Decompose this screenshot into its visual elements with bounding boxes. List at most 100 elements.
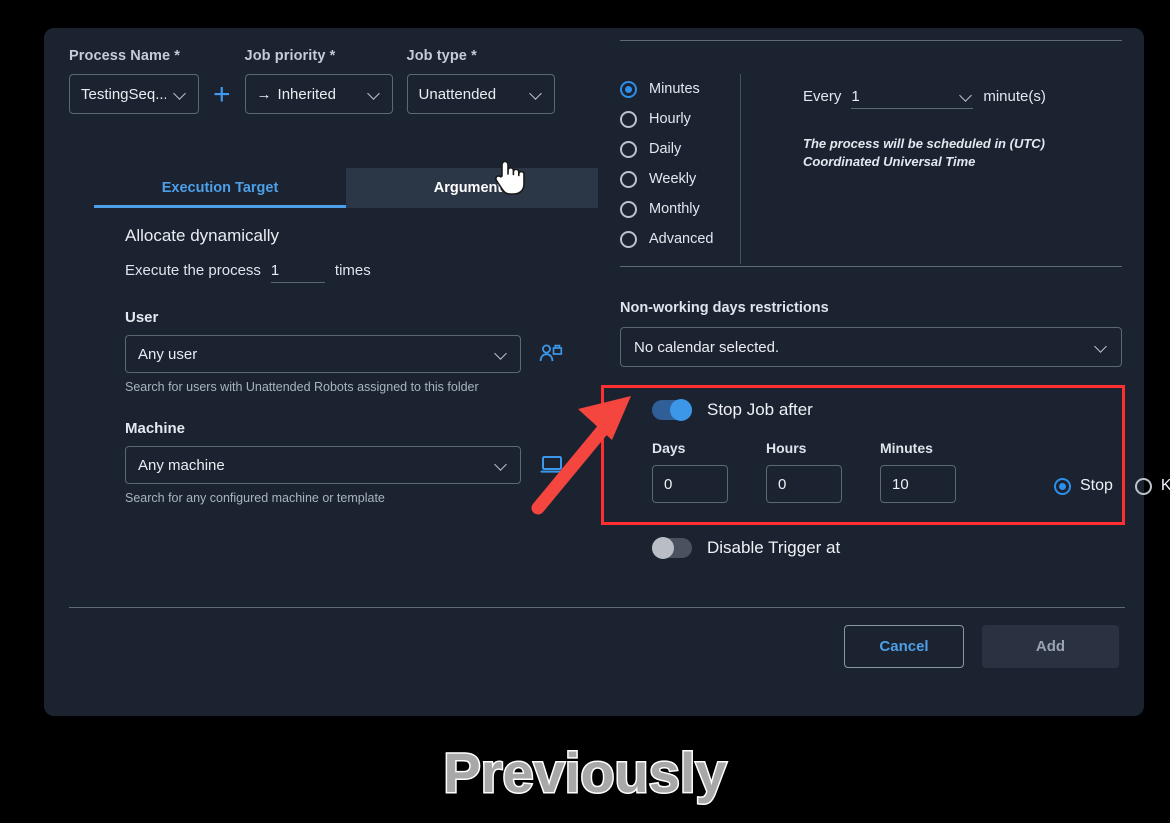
user-select[interactable]: Any user [125, 335, 521, 373]
stop-kill-radio-group: Stop Kill [1054, 477, 1170, 503]
chevron-down-icon [1095, 341, 1108, 354]
kill-option[interactable]: Kill [1134, 477, 1170, 495]
tab-execution-target-label: Execution Target [161, 180, 279, 196]
calendar-select[interactable]: No calendar selected. [620, 327, 1122, 367]
calendar-value: No calendar selected. [634, 338, 780, 356]
process-name-value: TestingSeq... [81, 85, 166, 103]
radio-hourly-icon [620, 110, 637, 128]
stop-job-after-toggle-row[interactable]: Stop Job after [652, 399, 1122, 421]
chevron-down-icon [495, 348, 508, 361]
machine-hint: Search for any configured machine or tem… [125, 491, 385, 505]
divider-top [620, 40, 1122, 41]
user-label: User [125, 309, 159, 326]
timezone-note: The process will be scheduled in (UTC) C… [803, 136, 1045, 169]
user-hint: Search for users with Unattended Robots … [125, 380, 479, 394]
machine-label: Machine [125, 420, 186, 437]
divider-middle [620, 266, 1122, 267]
execute-times-input[interactable]: 1 [270, 262, 325, 283]
frequency-option-minutes-label: Minutes [649, 81, 700, 97]
frequency-radio-group: Minutes Hourly Daily Weekly Monthly Adva… [620, 74, 740, 264]
execute-process-row: Execute the process 1 times [125, 262, 585, 283]
job-priority-field: Job priority * → Inherited [244, 48, 393, 114]
frequency-option-advanced[interactable]: Advanced [620, 224, 740, 254]
caption-text: Previously [442, 740, 728, 806]
execute-process-label: Execute the process [125, 262, 261, 279]
radio-kill-icon [1134, 477, 1152, 495]
every-prefix-label: Every [803, 88, 842, 105]
every-value-select[interactable]: 1 [851, 88, 974, 109]
disable-trigger-toggle-row[interactable]: Disable Trigger at [652, 537, 840, 559]
schedule-dialog: Process Name * TestingSeq... + Job prior… [44, 28, 1170, 716]
machine-select[interactable]: Any machine [125, 446, 521, 484]
chevron-down-icon [368, 88, 381, 101]
days-input[interactable]: 0 [652, 465, 728, 503]
chevron-down-icon [495, 459, 508, 472]
stop-job-after-toggle[interactable] [652, 399, 692, 421]
job-priority-value: Inherited [277, 85, 336, 103]
radio-minutes-icon [620, 80, 637, 98]
days-field: Days 0 [652, 440, 728, 503]
frequency-option-monthly-label: Monthly [649, 201, 700, 217]
laptop-icon[interactable] [539, 455, 565, 475]
hours-field: Hours 0 [766, 440, 842, 503]
job-type-value: Unattended [418, 85, 497, 103]
process-name-label: Process Name * [69, 48, 181, 64]
every-row: Every 1 minute(s) [803, 88, 1122, 109]
frequency-option-daily[interactable]: Daily [620, 134, 740, 164]
radio-stop-icon [1054, 477, 1071, 495]
frequency-option-daily-label: Daily [649, 141, 682, 157]
frequency-option-weekly[interactable]: Weekly [620, 164, 740, 194]
tab-arguments[interactable]: Arguments [346, 168, 598, 208]
disable-trigger-toggle[interactable] [652, 537, 692, 559]
recurrence-panel: Every 1 minute(s) The process will be sc… [741, 74, 1122, 264]
process-name-select[interactable]: TestingSeq... [69, 74, 199, 114]
frequency-option-monthly[interactable]: Monthly [620, 194, 740, 224]
radio-daily-icon [620, 140, 637, 158]
stop-job-after-section: Stop Job after Days 0 Hours 0 Minutes 10 [652, 399, 1170, 503]
add-process-button[interactable]: + [213, 75, 231, 115]
duration-row: Days 0 Hours 0 Minutes 10 Stop K [652, 440, 1170, 503]
chevron-down-icon [530, 88, 543, 101]
radio-weekly-icon [620, 170, 637, 188]
top-fields-row: Process Name * TestingSeq... + Job prior… [69, 48, 555, 115]
tab-execution-target[interactable]: Execution Target [94, 168, 346, 208]
hours-label: Hours [766, 440, 807, 456]
chevron-down-icon [960, 90, 973, 103]
process-name-field: Process Name * TestingSeq... [69, 48, 199, 114]
minutes-field: Minutes 10 [880, 440, 956, 503]
minutes-input[interactable]: 10 [880, 465, 956, 503]
every-value: 1 [851, 88, 860, 105]
user-add-icon[interactable] [539, 343, 563, 365]
non-working-days-title: Non-working days restrictions [620, 300, 829, 316]
arrow-right-icon: → [256, 85, 272, 103]
user-row: Any user [125, 335, 585, 373]
radio-monthly-icon [620, 200, 637, 218]
frequency-section: Minutes Hourly Daily Weekly Monthly Adva… [620, 74, 1122, 264]
user-value: Any user [138, 345, 198, 363]
frequency-option-weekly-label: Weekly [649, 171, 697, 187]
right-column: Minutes Hourly Daily Weekly Monthly Adva… [620, 28, 1170, 588]
stop-option[interactable]: Stop [1054, 477, 1113, 495]
footer-actions: Cancel Add [844, 625, 1119, 668]
kill-option-label: Kill [1160, 477, 1170, 494]
non-working-days-section: Non-working days restrictions No calenda… [620, 300, 1122, 367]
every-suffix-label: minute(s) [983, 88, 1046, 105]
screen: Process Name * TestingSeq... + Job prior… [0, 0, 1170, 823]
job-type-select[interactable]: Unattended [406, 74, 555, 114]
tab-arguments-label: Arguments [433, 180, 511, 196]
chevron-down-icon [174, 88, 187, 101]
job-priority-select[interactable]: → Inherited [244, 74, 393, 114]
job-type-label: Job type * [406, 48, 477, 64]
tab-bar: Execution Target Arguments [94, 168, 598, 208]
allocate-dynamically-title: Allocate dynamically [125, 226, 280, 245]
add-button[interactable]: Add [982, 625, 1119, 668]
minutes-label: Minutes [880, 440, 933, 456]
left-column: Process Name * TestingSeq... + Job prior… [69, 48, 614, 608]
stop-option-label: Stop [1080, 477, 1113, 494]
radio-advanced-icon [620, 230, 637, 248]
hours-input[interactable]: 0 [766, 465, 842, 503]
footer-divider [69, 607, 1125, 608]
frequency-option-hourly[interactable]: Hourly [620, 104, 740, 134]
cancel-button[interactable]: Cancel [844, 625, 964, 668]
frequency-option-minutes[interactable]: Minutes [620, 74, 740, 104]
